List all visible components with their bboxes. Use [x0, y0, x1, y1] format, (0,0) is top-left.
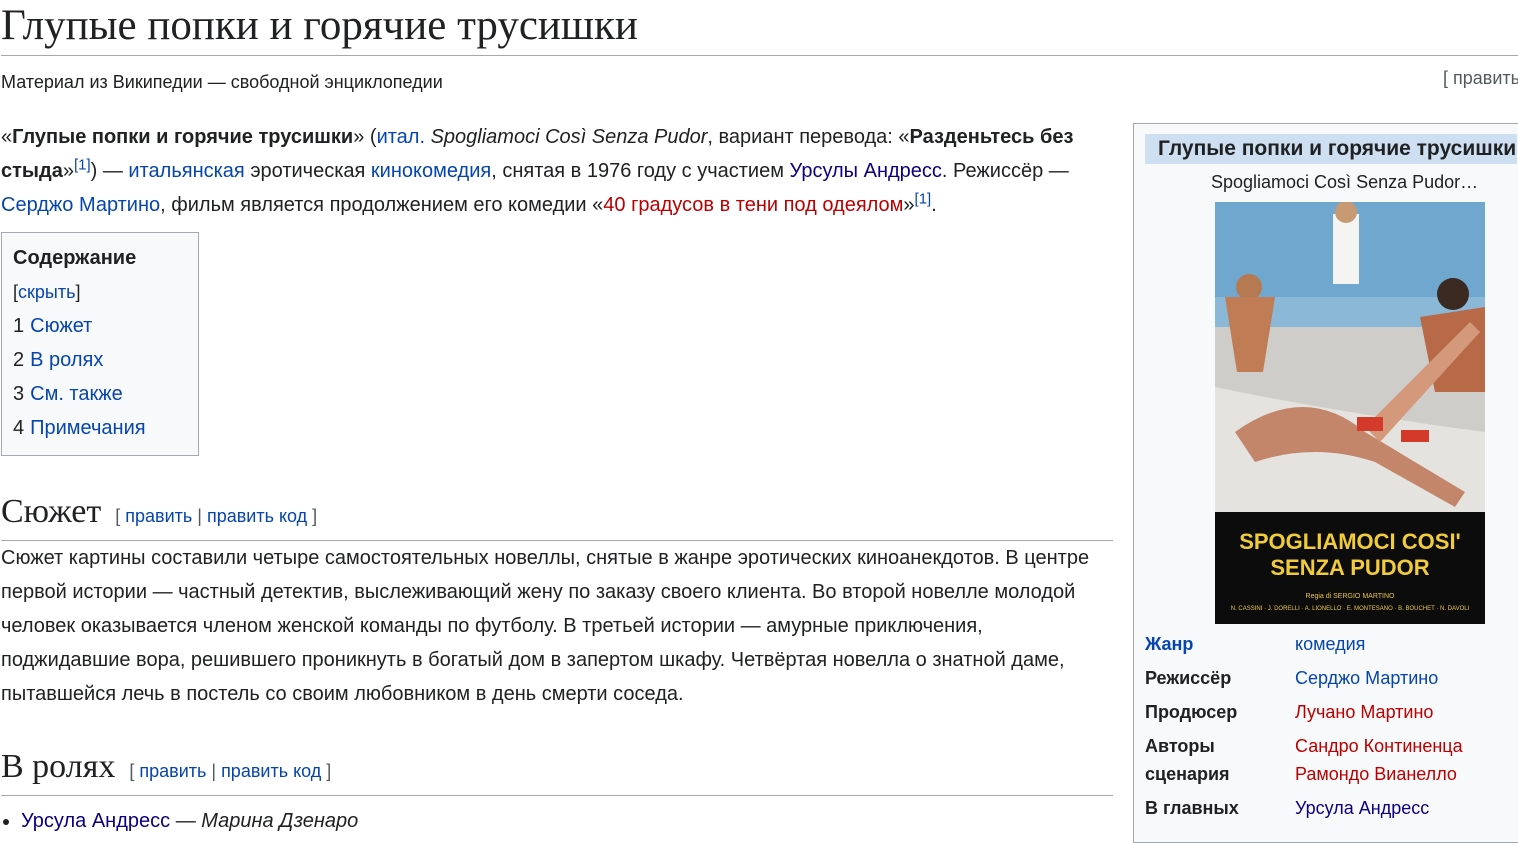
- lead-text: , фильм является продолжением его комеди…: [160, 194, 604, 216]
- table-of-contents: Содержание [скрыть] 1 Сюжет 2В ролях 3 См.…: [1, 232, 199, 456]
- section-title: Сюжет: [1, 493, 102, 530]
- article-content: «Глупые попки и горячие трусишки» (итал.…: [1, 120, 1113, 838]
- poster-cast: N. CASSINI · J. DORELLI · A. LIONELLO · …: [1231, 606, 1470, 612]
- role-name: Марина Дзенаро: [201, 810, 359, 832]
- italian-link[interactable]: итальянская: [128, 160, 244, 182]
- edit-link[interactable]: править: [125, 506, 192, 526]
- dash: —: [170, 810, 202, 832]
- lead-text: » (: [353, 126, 377, 148]
- edit-bracket: ]: [321, 761, 332, 781]
- cast-list: Урсула Андресс — Марина Дзенаро: [1, 804, 1113, 838]
- infobox-value-link[interactable]: Лучано Мартино: [1295, 702, 1433, 722]
- film-poster-image[interactable]: SPOGLIAMOCI COSI' SENZA PUDOR Regia di S…: [1215, 202, 1485, 624]
- section-edit-links: [ править | править код ]: [115, 506, 317, 526]
- toc-link-notes[interactable]: Примечания: [30, 417, 145, 439]
- toc-item: 4 Примечания: [13, 411, 188, 445]
- lead-text: , снятая в 1976 году с участием: [491, 160, 790, 182]
- lead-text: . Режиссёр —: [941, 160, 1069, 182]
- martino-link[interactable]: Серджо Мартино: [1, 194, 160, 216]
- toc-list: 1 Сюжет 2В ролях 3 См. также 4 Примечания: [13, 309, 188, 445]
- italian-language-link[interactable]: итал.: [377, 126, 425, 148]
- lead-text: »: [62, 160, 74, 182]
- infobox-value-link[interactable]: Серджо Мартино: [1295, 668, 1438, 688]
- toc-number: 3: [13, 383, 25, 405]
- infobox: Глупые попки и горячие трусишки Spogliam…: [1133, 123, 1518, 843]
- edit-bracket: ]: [307, 506, 318, 526]
- edit-bracket: [: [129, 761, 140, 781]
- infobox-value-link[interactable]: комедия: [1295, 634, 1365, 654]
- poster-title-line-2: SENZA PUDOR: [1270, 555, 1429, 580]
- infobox-row-genre: Жанр комедия: [1145, 630, 1517, 658]
- infobox-caption: Spogliamoci Così Senza Pudor…: [1211, 172, 1479, 192]
- lead-text: »: [903, 194, 915, 216]
- edit-separator: |: [206, 761, 222, 781]
- infobox-label: В главных: [1145, 798, 1239, 818]
- edit-code-link[interactable]: править код: [221, 761, 321, 781]
- edit-link[interactable]: править: [139, 761, 206, 781]
- toc-item: 1 Сюжет: [13, 309, 188, 343]
- list-item: Урсула Андресс — Марина Дзенаро: [21, 804, 1113, 838]
- reference-link[interactable]: [1]: [74, 156, 91, 173]
- infobox-value-link[interactable]: Рамондо Вианелло: [1295, 764, 1457, 784]
- infobox-title: Глупые попки и горячие трусишки: [1145, 134, 1517, 164]
- plot-paragraph: Сюжет картины составили четыре самостоят…: [1, 547, 1090, 705]
- toc-number: 4: [13, 417, 25, 439]
- infobox-label: Продюсер: [1145, 702, 1238, 722]
- lead-text: , вариант перевода: «: [707, 126, 910, 148]
- page-title: Глупые попки и горячие трусишки: [1, 0, 1518, 56]
- infobox-label: Авторы сценария: [1145, 736, 1230, 784]
- section-title: В ролях: [1, 748, 116, 785]
- site-tagline: Материал из Википедии — свободной энцикл…: [1, 72, 443, 92]
- lead-text: эротическая: [244, 160, 371, 182]
- toc-number: 1: [13, 315, 25, 337]
- infobox-row-director: Режиссёр Серджо Мартино: [1145, 664, 1517, 692]
- original-title: Spogliamoci Così Senza Pudor: [425, 126, 708, 148]
- toc-header: Содержание [скрыть]: [13, 241, 188, 309]
- lead-text: ) —: [90, 160, 129, 182]
- infobox-row-producer: Продюсер Лучано Мартино: [1145, 698, 1517, 726]
- toc-link-cast[interactable]: В ролях: [30, 349, 103, 371]
- edit-bracket: [: [115, 506, 126, 526]
- reference-link-2[interactable]: [1]: [915, 190, 932, 207]
- top-edit-link[interactable]: [ править: [1443, 66, 1518, 90]
- poster-title-line-1: SPOGLIAMOCI COSI': [1239, 529, 1461, 554]
- actor-link[interactable]: Урсула Андресс: [21, 810, 170, 832]
- section-heading-cast: В ролях [ править | править код ]: [1, 745, 1113, 796]
- infobox-row-writers: Авторы сценария Сандро Континенца Рамонд…: [1145, 732, 1517, 788]
- section-edit-links: [ править | править код ]: [129, 761, 331, 781]
- toc-item: 2В ролях: [13, 343, 188, 377]
- toc-number: 2: [13, 349, 25, 371]
- infobox-value-link[interactable]: Урсула Андресс: [1295, 798, 1429, 818]
- comedy-link[interactable]: кинокомедия: [371, 160, 491, 182]
- toc-link-plot[interactable]: Сюжет: [30, 315, 92, 337]
- andress-link[interactable]: Урсулы Андресс: [790, 160, 942, 182]
- article-name-bold: Глупые попки и горячие трусишки: [12, 126, 354, 148]
- toc-title: Содержание: [13, 247, 137, 269]
- toc-hide-link[interactable]: скрыть: [18, 282, 75, 302]
- edit-separator: |: [192, 506, 207, 526]
- film-40-degrees-link[interactable]: 40 градусов в тени под одеялом: [603, 194, 903, 216]
- infobox-label: Режиссёр: [1145, 668, 1232, 688]
- lead-paragraph: «Глупые попки и горячие трусишки» (итал.…: [1, 120, 1113, 222]
- poster-illustration: SPOGLIAMOCI COSI' SENZA PUDOR Regia di S…: [1215, 202, 1485, 624]
- toc-item: 3 См. также: [13, 377, 188, 411]
- infobox-value-link[interactable]: Сандро Континенца: [1295, 736, 1463, 756]
- infobox-label-link[interactable]: Жанр: [1145, 634, 1193, 654]
- edit-code-link[interactable]: править код: [207, 506, 307, 526]
- section-heading-plot: Сюжет [ править | править код ]: [1, 490, 1113, 541]
- toc-toggle-bracket: ]: [75, 282, 81, 302]
- toc-link-see-also[interactable]: См. также: [30, 383, 123, 405]
- poster-credit: Regia di SERGIO MARTINO: [1306, 593, 1396, 600]
- quote-mark: «: [1, 126, 13, 148]
- lead-text: .: [931, 194, 937, 216]
- infobox-row-starring: В главных Урсула Андресс: [1145, 794, 1517, 822]
